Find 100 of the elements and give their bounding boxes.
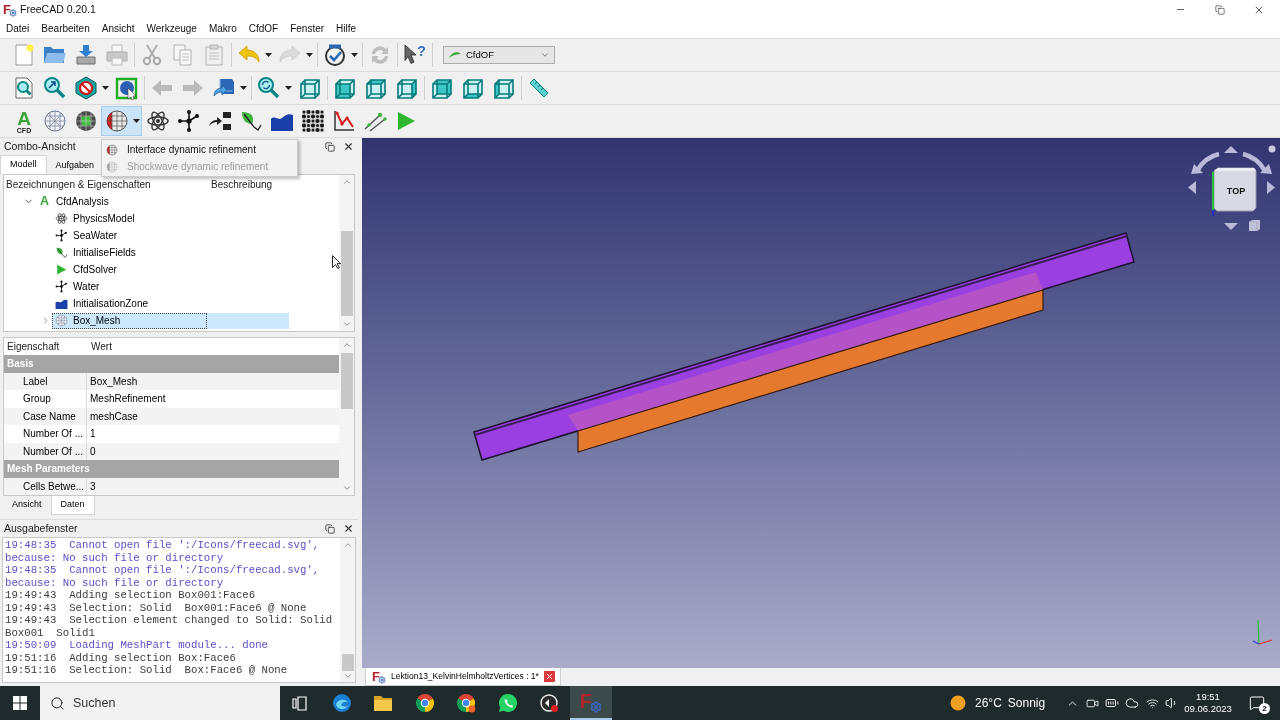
swirl-icon — [331, 693, 352, 713]
triangle-left-icon[interactable] — [1188, 181, 1196, 194]
leaf-icon — [55, 246, 68, 259]
undock-button[interactable] — [324, 140, 336, 153]
analysis-logo-icon: A — [38, 195, 51, 208]
menu-item[interactable]: Fenster — [284, 21, 331, 36]
log-line: Box001 Solid1 — [5, 626, 96, 639]
tab[interactable]: Modell — [0, 155, 47, 174]
property-name: Cells Betwe... — [4, 477, 87, 495]
notification-button[interactable]: 2 — [1234, 686, 1280, 720]
tab[interactable]: Daten — [50, 496, 95, 515]
dotted-square-icon — [300, 109, 325, 133]
refinement-button[interactable] — [101, 106, 142, 136]
arrow-bars-icon — [207, 109, 232, 133]
small-cube-icon[interactable] — [1248, 220, 1260, 232]
search-field[interactable]: Suchen — [40, 686, 280, 720]
column-header: Eigenschaft — [6, 340, 61, 354]
browser-icon — [414, 693, 435, 713]
column-header: Bezeichnungen & Eigenschaften — [5, 177, 152, 192]
log-line: 19:50:09 Loading MeshPart module... done — [5, 639, 269, 652]
close-icon — [342, 523, 354, 534]
wire-sphere-icon — [42, 109, 67, 133]
restore-icon — [1214, 4, 1225, 15]
refined-sphere-icon — [106, 143, 118, 156]
property-group-header: Basis — [4, 355, 339, 373]
close-panel-button[interactable] — [342, 140, 354, 153]
tree-item[interactable]: A CfdAnalysis — [35, 193, 272, 210]
node-junction-icon — [55, 280, 68, 293]
wifi-icon[interactable] — [1145, 696, 1159, 710]
log-line: 19:48:35 Cannot open file ':/Icons/freecad.svg', — [5, 539, 321, 552]
notification-badge: 2 — [1259, 703, 1270, 714]
panel-title: Combo-Ansicht — [4, 138, 76, 154]
property-value[interactable]: MeshRefinement — [87, 390, 339, 408]
menu-item[interactable]: Datei — [0, 21, 36, 36]
undock-icon — [325, 141, 335, 152]
cloud-icon[interactable] — [1125, 696, 1139, 710]
line-graph-icon — [331, 109, 356, 133]
menu-item[interactable]: Interface dynamic refinement — [102, 141, 297, 158]
panel-title: Ausgabefenster — [4, 520, 78, 536]
mesh-sphere-icon — [73, 109, 98, 133]
menu-item[interactable]: Hilfe — [330, 21, 363, 36]
refined-sphere-icon — [106, 160, 118, 173]
tree-item[interactable]: InitialiseFields — [52, 244, 289, 261]
property-value[interactable]: 3 — [87, 477, 339, 495]
log-line: 19:51:16 Adding selection Box:Face6 — [5, 651, 237, 664]
wire-sphere-icon — [55, 314, 68, 327]
atom-icon — [145, 109, 170, 133]
tree-item[interactable]: PhysicsModel — [52, 210, 289, 227]
menu-item[interactable]: CfdOF — [242, 21, 285, 36]
rotate-right-arrow-icon[interactable] — [1242, 151, 1272, 174]
tree-item[interactable]: InitialisationZone — [52, 295, 289, 312]
node-junction-icon — [176, 109, 201, 133]
rotate-left-arrow-icon[interactable] — [1191, 151, 1220, 174]
log-line: 19:51:16 Selection: Solid Box:Face6 @ None — [5, 664, 289, 677]
weather-widget[interactable]: 26°C Sonnig — [950, 686, 1062, 720]
log-line: 19:49:43 Selection element changed to Solid: Solid — [5, 614, 334, 627]
undock-icon — [325, 523, 335, 534]
scrollbar-thumb[interactable] — [340, 353, 353, 409]
menu-item[interactable]: Bearbeiten — [35, 21, 96, 36]
play-icon — [55, 263, 68, 276]
tree-item[interactable]: Box_Mesh — [52, 312, 289, 329]
recorder-icon — [539, 693, 560, 713]
browser-icon — [456, 693, 477, 713]
property-value[interactable]: Box_Mesh — [87, 372, 339, 390]
tree-item[interactable]: Water — [52, 278, 289, 295]
property-value[interactable]: 1 — [87, 425, 339, 443]
menu-item[interactable]: Makro — [202, 21, 243, 36]
property-value[interactable]: meshCase — [87, 407, 339, 425]
menu-item[interactable]: Ansicht — [95, 21, 141, 36]
scrollbar-thumb[interactable] — [341, 654, 354, 671]
sun-icon — [950, 695, 966, 711]
document-tab[interactable]: F Lektion13_KelvinHelmholtzVertices : 1* — [365, 668, 561, 686]
workbench-selector[interactable]: CfdOF — [443, 46, 555, 64]
triangle-right-icon[interactable] — [1267, 181, 1275, 194]
clock[interactable]: 19:51 09.06.2023 — [1182, 686, 1234, 720]
refined-sphere-icon — [104, 109, 129, 133]
window-title: FreeCAD 0.20.1 — [20, 1, 96, 17]
menu-dot-icon[interactable] — [1268, 145, 1276, 153]
task-view-icon — [291, 695, 307, 711]
property-name: Number Of ... — [4, 425, 87, 443]
node-junction-icon — [55, 229, 68, 242]
close-panel-button[interactable] — [342, 522, 354, 535]
search-icon — [50, 696, 65, 711]
triangle-up-icon[interactable] — [1224, 146, 1238, 153]
chat-bubble-icon — [497, 693, 518, 713]
undock-button[interactable] — [324, 522, 336, 535]
folder-icon — [373, 694, 394, 712]
tree-item[interactable]: CfdSolver — [52, 261, 289, 278]
scrollbar-thumb[interactable] — [340, 231, 353, 316]
tree-item[interactable]: SeaWater — [52, 227, 289, 244]
log-line: 19:49:43 Adding selection Box001:Face6 — [5, 589, 257, 602]
close-tab-icon[interactable] — [543, 671, 555, 682]
battery-icon[interactable] — [1105, 696, 1119, 710]
property-value[interactable]: 0 — [87, 442, 339, 460]
close-icon — [342, 141, 354, 152]
triangle-down-icon[interactable] — [1224, 223, 1238, 230]
wave-block-icon — [55, 297, 68, 310]
menu-item[interactable]: Werkzeuge — [140, 21, 203, 36]
chevron-down-icon — [540, 50, 550, 60]
four-panes-icon — [13, 696, 27, 710]
